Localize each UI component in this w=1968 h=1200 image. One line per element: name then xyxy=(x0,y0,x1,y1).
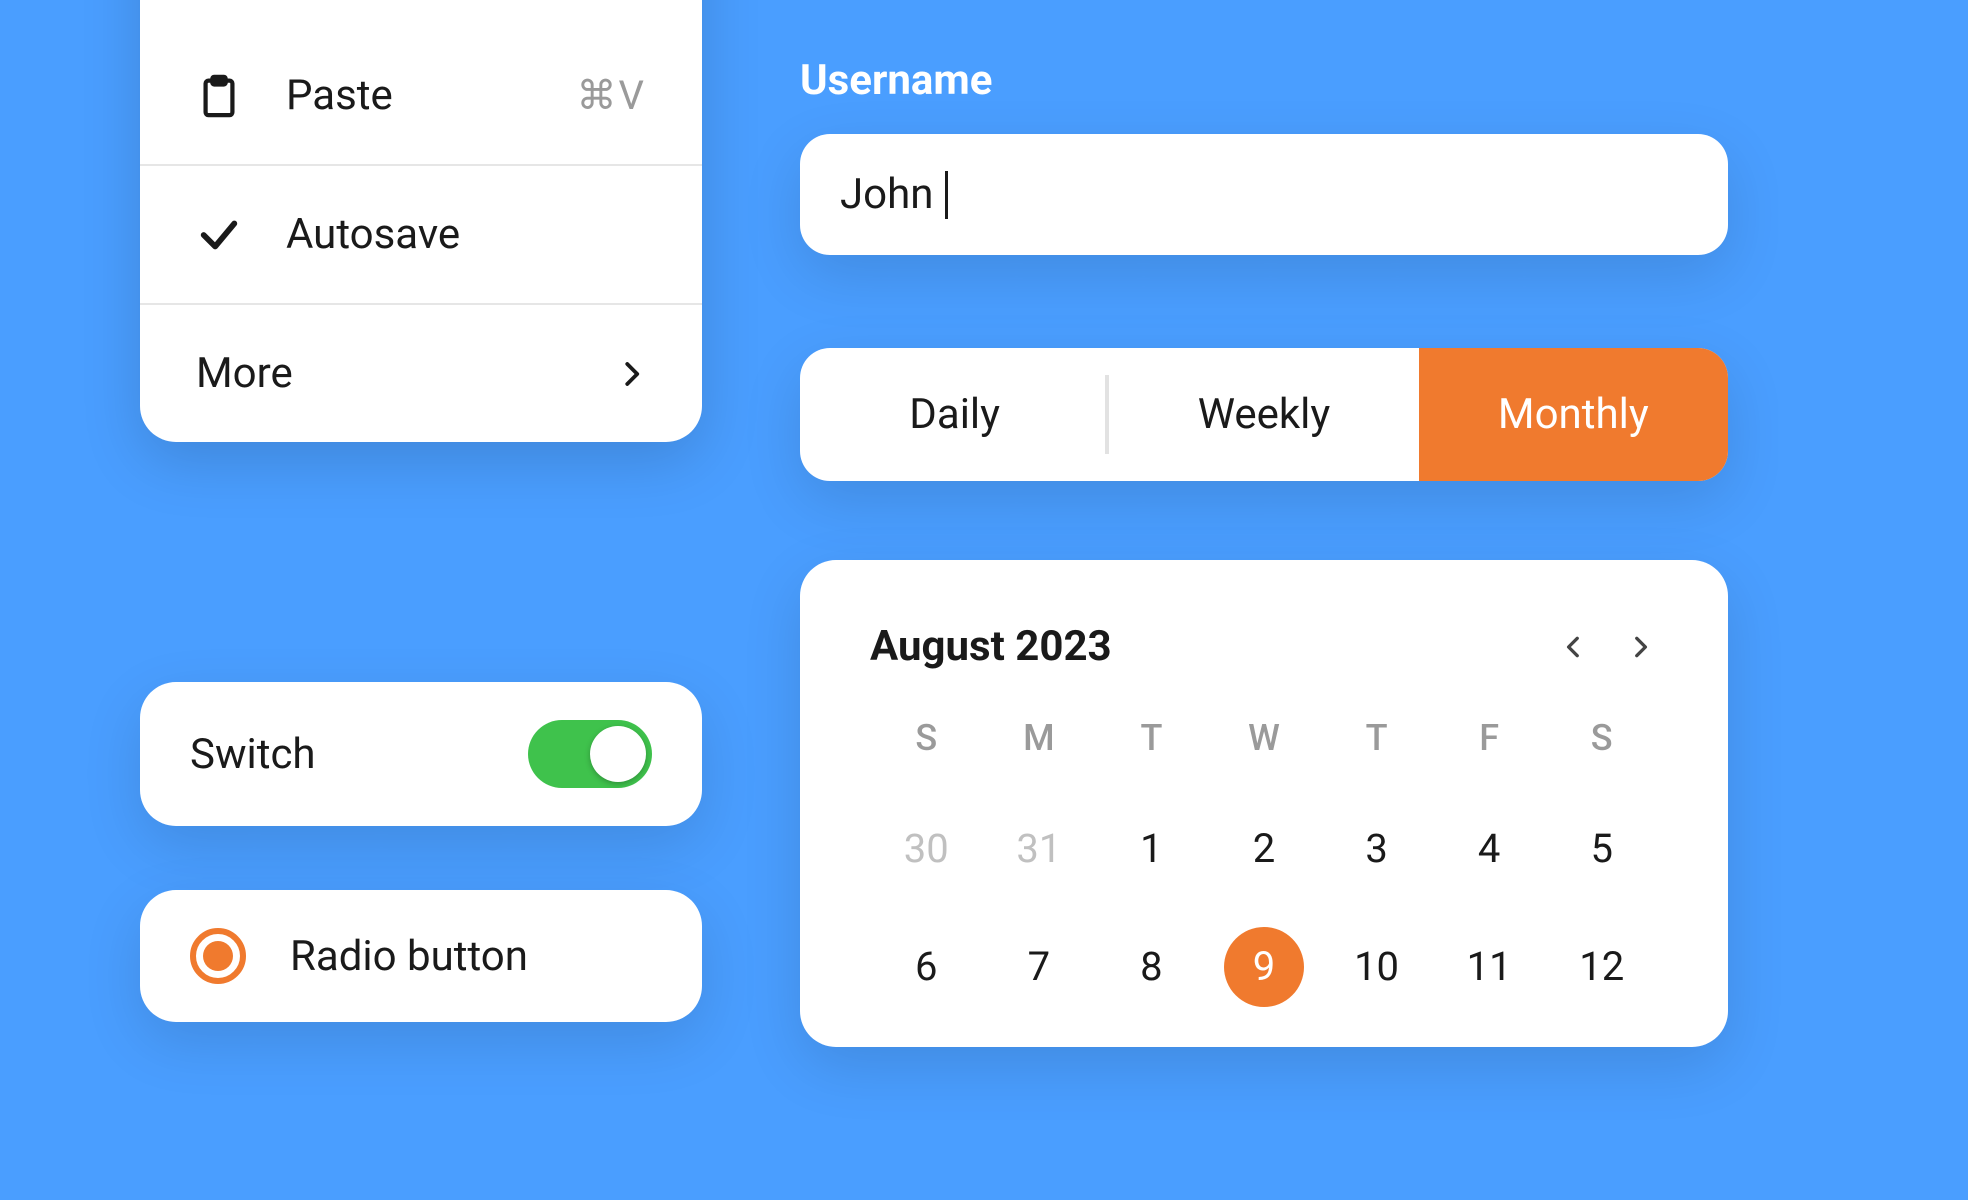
menu-item-more[interactable]: More xyxy=(140,305,702,442)
paste-icon xyxy=(196,73,286,119)
username-value: John xyxy=(840,170,933,219)
chevron-left-icon xyxy=(1561,634,1587,660)
calendar-day[interactable]: 30 xyxy=(886,809,966,889)
calendar-day[interactable]: 31 xyxy=(999,809,1079,889)
radio-button[interactable] xyxy=(190,928,246,984)
menu-item-paste-label: Paste xyxy=(286,71,577,120)
calendar-day[interactable]: 11 xyxy=(1449,927,1529,1007)
segmented-control: Daily Weekly Monthly xyxy=(800,348,1728,481)
calendar-day[interactable]: 9 xyxy=(1224,927,1304,1007)
calendar-nav xyxy=(1556,629,1658,665)
segment-weekly-label: Weekly xyxy=(1198,390,1331,439)
chevron-right-icon xyxy=(616,359,646,389)
calendar-day[interactable]: 5 xyxy=(1562,809,1642,889)
calendar-day[interactable]: 4 xyxy=(1449,809,1529,889)
calendar-day[interactable]: 8 xyxy=(1111,927,1191,1007)
calendar-dow: S xyxy=(870,717,983,771)
username-label: Username xyxy=(800,56,992,105)
menu-item-copy[interactable]: Copy ⌘C xyxy=(140,0,702,27)
radio-dot xyxy=(203,941,233,971)
calendar-day[interactable]: 3 xyxy=(1337,809,1417,889)
segment-weekly[interactable]: Weekly xyxy=(1109,348,1418,481)
menu-item-more-label: More xyxy=(196,349,616,398)
calendar-dow: W xyxy=(1208,717,1321,771)
calendar-dow: S xyxy=(1545,717,1658,771)
calendar-dow: T xyxy=(1320,717,1433,771)
calendar-header: August 2023 xyxy=(870,622,1658,671)
calendar-day[interactable]: 2 xyxy=(1224,809,1304,889)
calendar-dow: M xyxy=(983,717,1096,771)
calendar-prev-button[interactable] xyxy=(1556,629,1592,665)
calendar-title: August 2023 xyxy=(870,622,1112,671)
menu-item-autosave-label: Autosave xyxy=(286,210,646,259)
switch-row: Switch xyxy=(140,682,702,826)
switch-label: Switch xyxy=(190,730,316,779)
segment-daily[interactable]: Daily xyxy=(800,348,1109,481)
context-menu: Copy ⌘C Paste ⌘V Autosave More xyxy=(140,0,702,442)
calendar-dow: T xyxy=(1095,717,1208,771)
segment-monthly[interactable]: Monthly xyxy=(1419,348,1728,481)
calendar-dow: F xyxy=(1433,717,1546,771)
check-icon xyxy=(196,212,286,258)
menu-item-autosave[interactable]: Autosave xyxy=(140,166,702,305)
calendar-day[interactable]: 1 xyxy=(1111,809,1191,889)
menu-item-paste[interactable]: Paste ⌘V xyxy=(140,27,702,166)
calendar-day[interactable]: 7 xyxy=(999,927,1079,1007)
menu-item-paste-shortcut: ⌘V xyxy=(577,72,646,119)
switch-toggle[interactable] xyxy=(528,720,652,788)
segment-daily-label: Daily xyxy=(909,390,1000,439)
radio-row: Radio button xyxy=(140,890,702,1022)
text-cursor xyxy=(945,171,948,219)
calendar-next-button[interactable] xyxy=(1622,629,1658,665)
calendar-day[interactable]: 12 xyxy=(1562,927,1642,1007)
calendar-day[interactable]: 10 xyxy=(1337,927,1417,1007)
radio-label: Radio button xyxy=(290,932,528,981)
chevron-right-icon xyxy=(1627,634,1653,660)
switch-knob xyxy=(590,726,646,782)
calendar: August 2023 SMTWTFS3031123456789101112 xyxy=(800,560,1728,1047)
segment-monthly-label: Monthly xyxy=(1498,390,1649,439)
username-input[interactable]: John xyxy=(800,134,1728,255)
calendar-day[interactable]: 6 xyxy=(886,927,966,1007)
calendar-grid: SMTWTFS3031123456789101112 xyxy=(870,717,1658,1007)
